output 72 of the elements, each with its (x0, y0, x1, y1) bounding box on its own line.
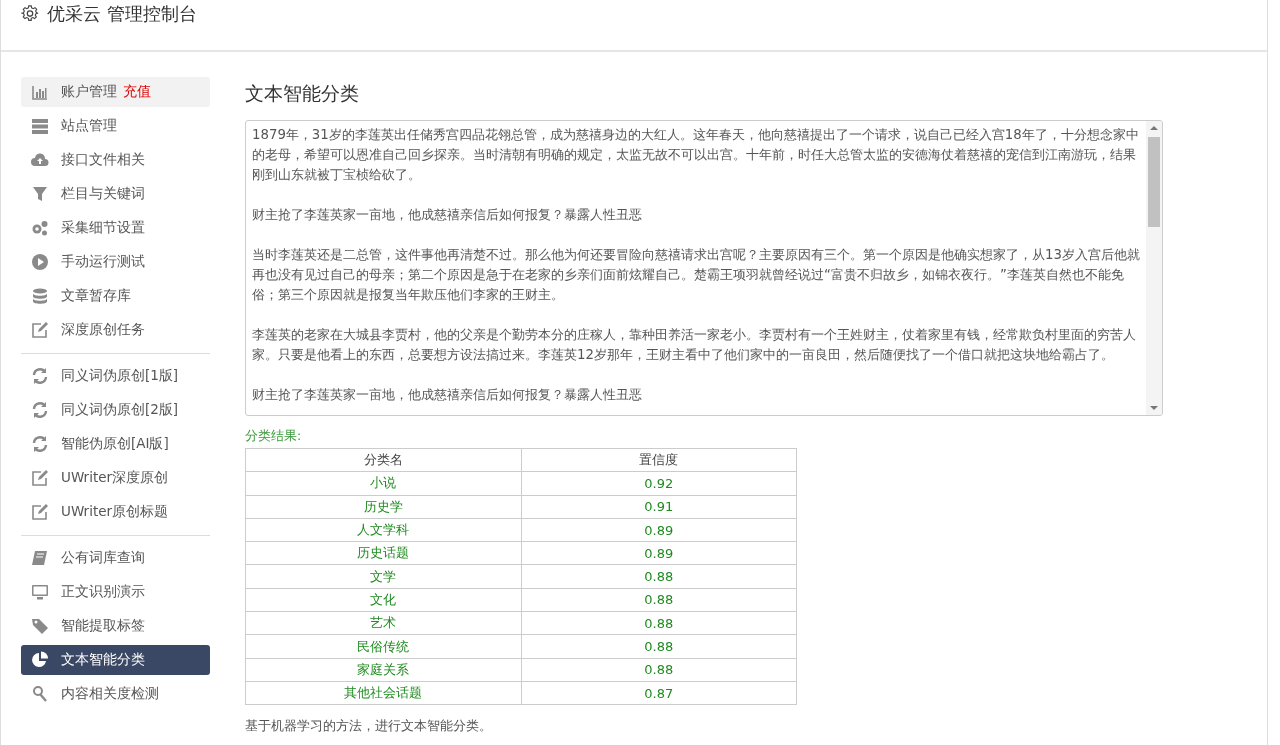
page-title: 文本智能分类 (245, 81, 360, 106)
gears-icon (31, 219, 49, 237)
table-cell: 0.88 (521, 658, 797, 682)
filter-icon (31, 185, 49, 203)
sidebar-item[interactable]: 接口文件相关 (21, 145, 210, 175)
table-cell: 0.92 (521, 471, 797, 496)
sidebar-item[interactable]: 文本智能分类 (21, 645, 210, 675)
monitor-icon (31, 583, 49, 601)
table-cell: 0.89 (521, 541, 797, 565)
server-icon (31, 117, 49, 135)
scrollbar[interactable] (1146, 121, 1162, 415)
sidebar-item[interactable]: 同义词伪原创[2版] (21, 395, 210, 425)
cloud-upload-icon (31, 151, 49, 169)
book-icon (31, 549, 49, 567)
bar-chart-icon (31, 83, 49, 101)
refresh-icon (31, 401, 49, 419)
table-cell: 0.88 (521, 588, 797, 612)
sidebar-item[interactable]: UWriter原创标题 (21, 497, 210, 527)
sidebar-item[interactable]: 深度原创任务 (21, 315, 210, 345)
scrollbar-thumb[interactable] (1148, 137, 1160, 227)
text-area[interactable] (245, 120, 1163, 416)
play-icon (31, 253, 49, 271)
table-cell: 文学 (245, 565, 521, 589)
table-cell: 人文学科 (245, 518, 521, 542)
table-cell: 家庭关系 (245, 658, 521, 682)
paragraph-text: 财主抢了李莲英家一亩地，他成慈禧亲信后如何报复？暴露人性丑恶 (252, 206, 643, 224)
sidebar-item[interactable]: 智能提取标签 (21, 611, 210, 641)
column-header: 分类名 (245, 448, 521, 472)
app-title: 优采云 管理控制台 (47, 3, 197, 25)
tag-icon (31, 617, 49, 635)
table-cell: 历史学 (245, 495, 521, 519)
table-cell: 0.89 (521, 518, 797, 542)
paragraph-text: 李莲英的老家在大城县李贾村，他的父亲是个勤劳本分的庄稼人，靠种田养活一家老小。李贾村有一个王姓财主，仗着家里有钱，经常欺负村里面的穷苦人家。只要是他看上的东西，总要想方设法搞过来。李莲英12岁那年，王财主看中了他们家中的一亩良田，然后随便找了一个借口就把这块地给霸占了。 (252, 326, 1137, 364)
table-cell: 历史话题 (245, 541, 521, 565)
edit-icon (31, 469, 49, 487)
refresh-icon (31, 367, 49, 385)
sidebar-item[interactable]: 公有词库查询 (21, 543, 210, 573)
sidebar-item[interactable]: 站点管理 (21, 111, 210, 141)
sidebar-item[interactable]: 智能伪原创[AI版] (21, 429, 210, 459)
sidebar-item[interactable]: 栏目与关键词 (21, 179, 210, 209)
sidebar-item[interactable]: 手动运行测试 (21, 247, 210, 277)
table-cell: 0.91 (521, 495, 797, 519)
table-cell: 小说 (245, 471, 521, 496)
sidebar-item[interactable]: 正文识别演示 (21, 577, 210, 607)
edit-icon (31, 503, 49, 521)
paragraph-text: 当时李莲英还是二总管，这件事他再清楚不过。那么他为何还要冒险向慈禧请求出宫呢？主要原因有三个。第一个原因是他确实想家了，从13岁入宫后他就再也没有见过自己的母亲；第二个原因是急于在老家的乡亲们面前炫耀自己。楚霸王项羽就曾经说过“富贵不归故乡，如锦衣夜行。”李莲英自然也不能免俗；第三个原因就是报复当年欺压他们李家的王财主。 (252, 246, 1140, 304)
search-icon (31, 685, 49, 703)
table-cell: 文化 (245, 588, 521, 612)
result-label: 分类结果: (245, 428, 303, 445)
table-cell: 0.87 (521, 681, 797, 705)
sidebar-item[interactable]: 内容相关度检测 (21, 679, 210, 709)
sidebar-item[interactable]: 文章暂存库 (21, 281, 210, 311)
sidebar-item[interactable]: 账户管理 充值 (21, 77, 210, 107)
recharge-link[interactable]: 充值 (123, 83, 151, 101)
table-cell: 艺术 (245, 611, 521, 635)
table-cell: 0.88 (521, 611, 797, 635)
edit-icon (31, 321, 49, 339)
description-text: 基于机器学习的方法，进行文本智能分类。 (245, 717, 493, 736)
refresh-icon (31, 435, 49, 453)
sidebar-item[interactable]: UWriter深度原创 (21, 463, 210, 493)
pie-chart-icon (31, 651, 49, 669)
sidebar-item[interactable]: 采集细节设置 (21, 213, 210, 243)
settings-icon (21, 5, 39, 23)
paragraph-text: 1879年，31岁的李莲英出任储秀宫四品花翎总管，成为慈禧身边的大红人。这年春天，他向慈禧提出了一个请求，说自己已经入宫18年了，十分想念家中的老母，希望可以恩准自己回乡探亲。当时清朝有明确的规定，太监无故不可以出宫。十年前，时任大总管太监的安德海仗着慈禧的宠信到江南游玩，结果刚到山东就被丁宝桢给砍了。 (252, 126, 1140, 184)
column-header: 置信度 (521, 448, 797, 472)
table-cell: 0.88 (521, 634, 797, 659)
sidebar-item[interactable]: 同义词伪原创[1版] (21, 361, 210, 391)
paragraph-text: 财主抢了李莲英家一亩地，他成慈禧亲信后如何报复？暴露人性丑恶 (252, 386, 643, 404)
table-cell: 其他社会话题 (245, 681, 521, 705)
database-icon (31, 287, 49, 305)
table-cell: 0.88 (521, 565, 797, 589)
table-cell: 民俗传统 (245, 634, 521, 659)
